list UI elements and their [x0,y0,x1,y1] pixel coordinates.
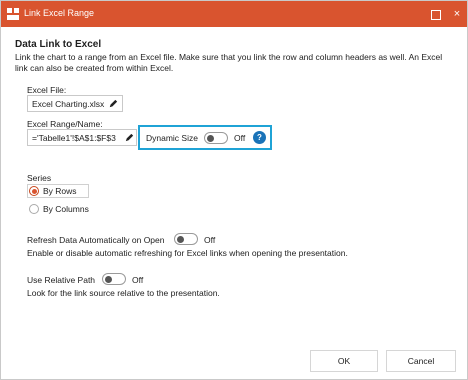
toggle-knob [105,275,112,283]
maximize-button[interactable] [429,7,443,21]
section-heading: Data Link to Excel [15,39,102,50]
excel-file-value: Excel Charting.xlsx [32,99,105,109]
cancel-button[interactable]: Cancel [386,350,456,372]
close-button[interactable]: × [450,7,464,21]
title-bar: Link Excel Range × [1,1,467,27]
excel-file-label: Excel File: [27,85,67,95]
excel-range-value: ='Tabelle1'!$A$1:$F$3 [32,133,116,143]
series-label: Series [27,173,52,183]
pencil-icon[interactable] [108,98,119,109]
dynamic-size-group: Dynamic Size Off ? [138,125,272,150]
relative-path-label: Use Relative Path [27,275,96,285]
section-description: Link the chart to a range from an Excel … [15,52,443,73]
excel-file-field[interactable]: Excel Charting.xlsx [27,95,123,112]
refresh-state: Off [204,235,216,245]
app-icon [7,8,19,20]
maximize-icon [431,10,441,20]
refresh-description: Enable or disable automatic refreshing f… [27,248,348,258]
excel-range-field[interactable]: ='Tabelle1'!$A$1:$F$3 [27,129,137,146]
radio-by-rows[interactable] [29,186,39,196]
toggle-knob [177,235,184,243]
dialog-window: Link Excel Range × Data Link to Excel Li… [0,0,468,380]
excel-range-label: Excel Range/Name: [27,119,103,129]
series-option-label: By Rows [43,186,77,196]
series-by-rows-option[interactable]: By Rows [27,184,89,198]
series-option-label: By Columns [43,204,89,214]
dynamic-size-state: Off [234,133,246,143]
relative-path-toggle[interactable] [102,273,126,285]
relative-path-state: Off [132,275,144,285]
radio-dot [31,188,37,194]
relative-path-description: Look for the link source relative to the… [27,288,220,298]
refresh-label: Refresh Data Automatically on Open [27,235,165,245]
toggle-knob [207,134,214,142]
refresh-toggle[interactable] [174,233,198,245]
radio-by-columns[interactable] [29,204,39,214]
window-title: Link Excel Range [24,8,95,18]
pencil-icon[interactable] [124,132,135,143]
dynamic-size-label: Dynamic Size [146,133,198,143]
ok-button[interactable]: OK [310,350,378,372]
series-by-columns-option[interactable]: By Columns [27,203,107,217]
help-icon[interactable]: ? [253,131,266,144]
dynamic-size-toggle[interactable] [204,132,228,144]
